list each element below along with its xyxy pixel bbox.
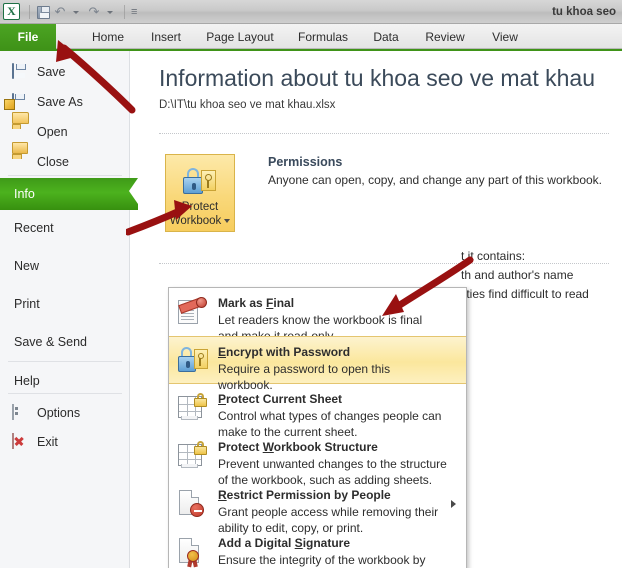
sidebar-item-label: Print (14, 297, 40, 311)
sidebar-item-help[interactable]: Help (0, 368, 130, 394)
excel-logo-icon: X (3, 3, 20, 20)
exit-x-icon (12, 433, 30, 450)
menu-item-title: Add a Digital Signature (218, 536, 351, 550)
close-folder-icon (12, 154, 30, 170)
menu-item-encrypt-with-password[interactable]: Encrypt with Password Require a password… (169, 336, 466, 392)
lock-and-key-icon (183, 166, 217, 196)
chevron-down-icon (224, 218, 231, 223)
tab-page-layout[interactable]: Page Layout (196, 24, 284, 49)
menu-item-title: Mark as Final (218, 296, 295, 310)
backstage-view: Save Save As Open Close Info Recent New … (0, 51, 622, 568)
sidebar-item-save-and-send[interactable]: Save & Send (0, 329, 130, 355)
sidebar-item-label: Exit (37, 435, 58, 449)
menu-item-desc-line1: Prevent unwanted changes to the structur… (218, 457, 447, 471)
sidebar-separator-1 (8, 175, 122, 176)
prepare-sharing-text-3: lities find difficult to read (461, 287, 589, 301)
menu-item-desc-line1: Control what types of changes people can (218, 409, 442, 423)
sidebar-separator-3 (8, 361, 122, 362)
arrow-to-file-tab (36, 36, 136, 114)
menu-item-title: Protect Workbook Structure (218, 440, 378, 454)
sidebar-item-label: Info (14, 187, 35, 201)
sidebar-item-label: New (14, 259, 40, 273)
section-divider-1 (159, 133, 609, 134)
sidebar-item-label: Close (37, 155, 69, 169)
sidebar-item-close[interactable]: Close (0, 149, 130, 175)
window-title: tu khoa seo (552, 5, 616, 18)
permissions-description: Anyone can open, copy, and change any pa… (268, 173, 602, 187)
protect-current-sheet-icon (177, 392, 211, 426)
floppy-disk-icon (12, 63, 30, 80)
protect-workbook-structure-icon (177, 440, 211, 474)
title-bar: X ↶ ↷ ≡ tu khoa seo (0, 0, 622, 24)
sidebar-item-recent[interactable]: Recent (0, 215, 130, 241)
qat-separator-2 (124, 4, 125, 19)
menu-item-protect-workbook-structure[interactable]: Protect Workbook Structure Prevent unwan… (169, 432, 466, 487)
tab-review[interactable]: Review (414, 24, 476, 49)
sidebar-item-new[interactable]: New (0, 253, 130, 279)
customize-qat-icon[interactable]: ≡ (131, 3, 137, 21)
backstage-sidebar: Save Save As Open Close Info Recent New … (0, 51, 138, 568)
sidebar-item-print[interactable]: Print (0, 291, 130, 317)
save-as-icon (12, 93, 30, 110)
menu-item-title: Encrypt with Password (218, 345, 351, 359)
undo-dropdown-icon[interactable] (68, 3, 86, 21)
tab-view[interactable]: View (480, 24, 530, 49)
options-page-icon (12, 404, 30, 421)
restrict-permission-icon (177, 488, 211, 522)
prepare-sharing-text-2: th and author's name (461, 268, 574, 282)
menu-item-desc-line1: Grant people access while removing their (218, 505, 439, 519)
sidebar-item-options[interactable]: Options (0, 400, 130, 426)
submenu-chevron-icon (451, 500, 456, 508)
mark-as-final-icon (177, 296, 211, 330)
page-title: Information about tu khoa seo ve mat kha… (159, 65, 595, 91)
menu-item-restrict-permission-by-people[interactable]: Restrict Permission by People Grant peop… (169, 480, 466, 535)
sidebar-item-label: Recent (14, 221, 54, 235)
encrypt-password-icon (177, 345, 211, 379)
sidebar-item-info[interactable]: Info (0, 178, 138, 210)
excel-backstage-window: X ↶ ↷ ≡ tu khoa seo File Home Insert Pag… (0, 0, 622, 568)
save-icon[interactable] (34, 3, 52, 21)
menu-item-add-digital-signature[interactable]: Add a Digital Signature Ensure the integ… (169, 528, 466, 568)
redo-icon[interactable]: ↷ (86, 3, 102, 21)
file-path: D:\IT\tu khoa seo ve mat khau.xlsx (159, 99, 336, 111)
undo-icon[interactable]: ↶ (52, 3, 68, 21)
menu-item-title: Restrict Permission by People (218, 488, 391, 502)
menu-item-title: Protect Current Sheet (218, 392, 343, 406)
tab-formulas[interactable]: Formulas (288, 24, 358, 49)
tab-insert[interactable]: Insert (140, 24, 192, 49)
qat-separator (29, 4, 30, 19)
digital-signature-icon (177, 536, 211, 568)
sidebar-item-exit[interactable]: Exit (0, 429, 130, 455)
protect-workbook-menu: Mark as Final Let readers know the workb… (168, 287, 467, 568)
permissions-heading: Permissions (268, 155, 343, 169)
sidebar-item-label: Help (14, 374, 40, 388)
open-folder-icon (12, 124, 30, 140)
arrow-to-encrypt-with-password (366, 256, 476, 322)
tab-data[interactable]: Data (362, 24, 410, 49)
menu-item-protect-current-sheet[interactable]: Protect Current Sheet Control what types… (169, 384, 466, 439)
menu-item-desc-line1: Require a password to open this (218, 362, 391, 376)
menu-item-desc-line1: Ensure the integrity of the workbook by (218, 553, 426, 567)
arrow-to-protect-workbook (126, 196, 196, 236)
sidebar-item-label: Open (37, 125, 68, 139)
redo-dropdown-icon[interactable] (102, 3, 120, 21)
sidebar-item-label: Options (37, 406, 81, 420)
sidebar-item-label: Save & Send (14, 335, 87, 349)
